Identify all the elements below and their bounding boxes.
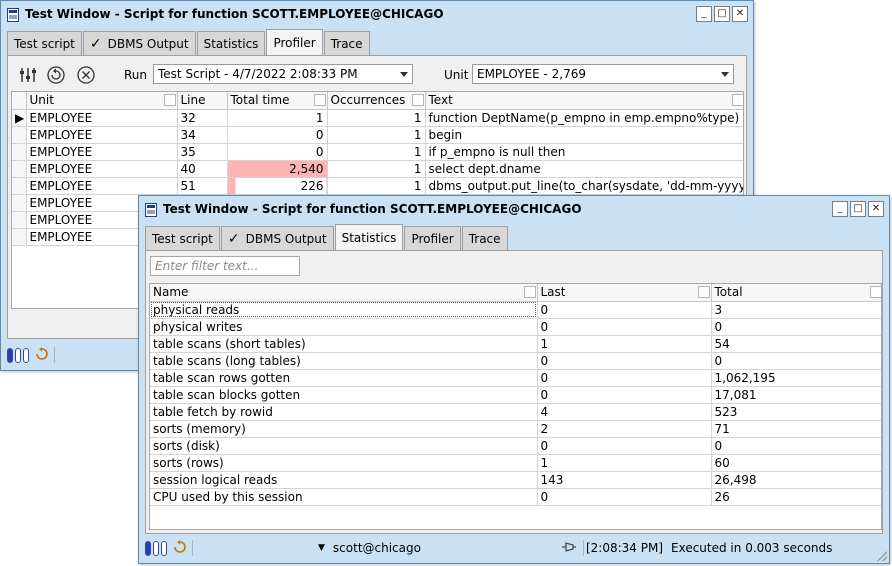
pin-icon[interactable] (561, 541, 577, 556)
sort-toggle-icon[interactable] (869, 286, 881, 298)
minimize-icon[interactable]: _ (696, 6, 712, 22)
back-window-title: Test Window - Script for function SCOTT.… (25, 7, 444, 21)
front-status-bar: ▼ scott@chicago [2:08:34 PM] Executed in… (145, 537, 883, 559)
row-indicator-header (12, 92, 27, 110)
close-icon[interactable]: ✕ (732, 6, 748, 22)
minimize-icon[interactable]: _ (832, 201, 848, 217)
checkmark-icon: ✓ (89, 35, 102, 52)
filter-input[interactable]: Enter filter text... (150, 256, 300, 276)
table-row[interactable]: table scans (long tables) 0 0 (150, 352, 881, 370)
run-label: Run (124, 68, 148, 82)
table-row[interactable]: physical writes 0 0 (150, 318, 881, 336)
cancel-icon[interactable] (76, 65, 96, 85)
table-row[interactable]: ▶ EMPLOYEE 32 1 1 function DeptName(p_em… (12, 109, 743, 127)
table-row[interactable]: table fetch by rowid 4 523 (150, 403, 881, 421)
tab-dbms-output[interactable]: ✓ DBMS Output (82, 31, 196, 55)
table-row[interactable]: EMPLOYEE 35 0 1 if p_empno is null then (12, 143, 743, 161)
unit-select[interactable]: EMPLOYEE - 2,769 (472, 64, 734, 84)
tab-statistics[interactable]: Statistics (334, 224, 404, 250)
chevron-down-icon (721, 72, 729, 77)
sort-toggle-icon[interactable] (731, 94, 743, 106)
column-header-unit[interactable]: Unit (26, 92, 178, 110)
execution-progress-icon (145, 540, 167, 556)
table-row[interactable]: physical reads 0 3 (150, 301, 881, 319)
front-tab-bar: Test script ✓ DBMS Output Statistics Prof… (145, 224, 509, 250)
back-window-titlebar[interactable]: Test Window - Script for function SCOTT.… (1, 1, 753, 27)
table-row[interactable]: table scan rows gotten 0 1,062,195 (150, 369, 881, 387)
unit-label: Unit (444, 68, 469, 82)
front-window-title: Test Window - Script for function SCOTT.… (163, 202, 582, 216)
status-time: [2:08:34 PM] (585, 541, 664, 555)
front-window-titlebar[interactable]: Test Window - Script for function SCOTT.… (139, 196, 889, 222)
tab-profiler[interactable]: Profiler (404, 226, 461, 250)
column-header-name[interactable]: Name (150, 284, 538, 302)
table-row[interactable]: table scans (short tables) 1 54 (150, 335, 881, 353)
table-row[interactable]: sorts (rows) 1 60 (150, 454, 881, 472)
tab-trace[interactable]: Trace (461, 226, 508, 250)
connection-dropdown-icon[interactable]: ▼ (318, 543, 325, 553)
table-row[interactable]: sorts (disk) 0 0 (150, 437, 881, 455)
refresh-icon[interactable] (46, 65, 66, 85)
front-test-window[interactable]: Test Window - Script for function SCOTT.… (138, 195, 890, 564)
sort-toggle-icon[interactable] (313, 94, 326, 106)
column-header-total[interactable]: Total (711, 284, 881, 302)
sort-toggle-icon[interactable] (163, 94, 176, 106)
tab-dbms-output[interactable]: ✓ DBMS Output (220, 226, 334, 250)
table-row[interactable]: CPU used by this session 0 26 (150, 488, 881, 506)
run-select[interactable]: Test Script - 4/7/2022 2:08:33 PM (153, 64, 413, 84)
tab-test-script[interactable]: Test script (145, 226, 220, 250)
column-header-last[interactable]: Last (537, 284, 712, 302)
tab-profiler[interactable]: Profiler (266, 29, 323, 55)
statistics-grid[interactable]: Name Last Total physical reads 0 3 physica… (149, 283, 882, 530)
connection-label[interactable]: scott@chicago (333, 541, 421, 555)
settings-sliders-icon[interactable] (18, 65, 38, 85)
close-icon[interactable]: ✕ (868, 201, 884, 217)
table-row[interactable]: table scan blocks gotten 0 17,081 (150, 386, 881, 404)
maximize-icon[interactable]: □ (714, 6, 730, 22)
column-header-total-time[interactable]: Total time (227, 92, 328, 110)
tab-statistics[interactable]: Statistics (196, 31, 266, 55)
table-row[interactable]: session logical reads 143 26,498 (150, 471, 881, 489)
document-icon (7, 7, 19, 22)
column-header-text[interactable]: Text (425, 92, 743, 110)
status-message: Executed in 0.003 seconds (671, 541, 833, 555)
statistics-panel: Enter filter text... Name Last Total phy… (145, 250, 883, 534)
sort-toggle-icon[interactable] (697, 286, 710, 298)
tab-test-script[interactable]: Test script (7, 31, 82, 55)
document-icon (145, 202, 157, 217)
table-row[interactable]: sorts (memory) 2 71 (150, 420, 881, 438)
running-indicator-icon (35, 346, 49, 364)
table-row[interactable]: EMPLOYEE 40 2,540 1 select dept.dname (12, 160, 743, 178)
maximize-icon[interactable]: □ (850, 201, 866, 217)
column-header-line[interactable]: Line (177, 92, 228, 110)
execution-progress-icon (7, 347, 29, 363)
back-tab-bar: Test script ✓ DBMS Output Statistics Prof… (7, 29, 371, 55)
table-row[interactable]: EMPLOYEE 34 0 1 begin (12, 126, 743, 144)
sort-toggle-icon[interactable] (523, 286, 536, 298)
checkmark-icon: ✓ (227, 230, 240, 247)
running-indicator-icon (173, 539, 187, 557)
tab-trace[interactable]: Trace (323, 31, 370, 55)
current-row-arrow-icon: ▶ (12, 109, 27, 127)
sort-toggle-icon[interactable] (411, 94, 424, 106)
column-header-occurrences[interactable]: Occurrences (327, 92, 426, 110)
chevron-down-icon (400, 72, 408, 77)
table-row[interactable]: EMPLOYEE 51 226 1 dbms_output.put_line(t… (12, 177, 743, 195)
resize-grip-icon[interactable] (877, 551, 887, 561)
